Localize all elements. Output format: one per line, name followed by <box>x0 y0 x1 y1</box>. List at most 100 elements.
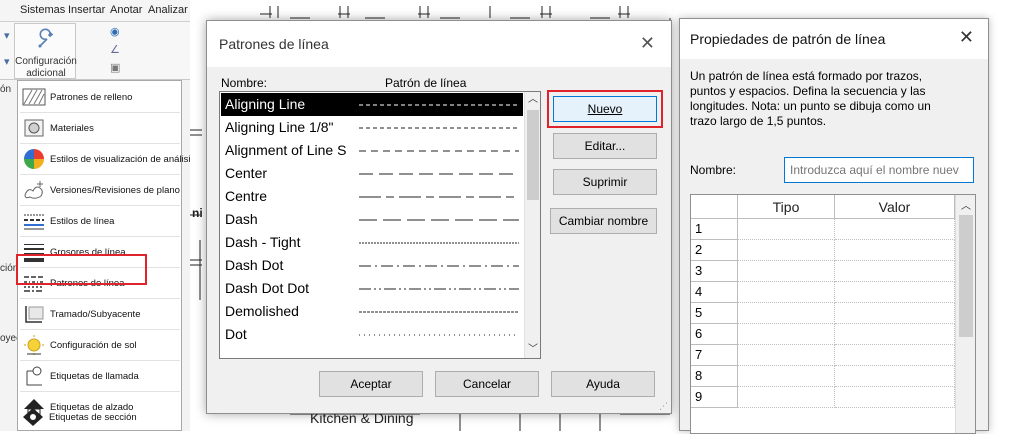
scroll-thumb[interactable] <box>959 215 973 337</box>
pattern-name: Centre <box>225 188 268 204</box>
pattern-preview <box>359 150 519 152</box>
list-item[interactable]: Aligning Line 1/8" <box>221 116 523 139</box>
tab-analizar[interactable]: Analizar <box>148 4 188 16</box>
menu-item-section-tags[interactable]: Etiquetas de sección <box>19 403 179 431</box>
pattern-name-input[interactable] <box>784 157 974 183</box>
line-styles-icon <box>22 210 46 232</box>
line-patterns-dialog: Patrones de línea ✕ Nombre: Patrón de lí… <box>206 20 672 414</box>
column-header-type: Tipo <box>738 195 835 219</box>
type-cell[interactable] <box>738 324 835 345</box>
ribbon-panel: Sistemas Insertar Anotar Analizar ▾ ▾ Co… <box>0 0 190 431</box>
pattern-name: Alignment of Line S <box>225 142 347 158</box>
help-button[interactable]: Ayuda <box>551 371 655 397</box>
type-cell[interactable] <box>738 303 835 324</box>
menu-item-callout-tags[interactable]: Etiquetas de llamada <box>20 362 180 390</box>
type-cell[interactable] <box>738 387 835 408</box>
config-label-line2: adicional <box>26 68 66 79</box>
additional-settings-button[interactable]: Configuración adicional <box>14 23 77 79</box>
close-icon[interactable]: ✕ <box>640 33 655 54</box>
divider <box>20 174 180 175</box>
hatch-pattern-icon <box>22 86 46 108</box>
edit-button[interactable]: Editar... <box>553 133 657 159</box>
menu-item-label: Versiones/Revisiones de plano <box>50 184 180 196</box>
pattern-preview <box>359 173 519 175</box>
rename-button[interactable]: Cambiar nombre <box>550 208 657 234</box>
pattern-name: Center <box>225 165 268 181</box>
angle-icon[interactable]: ∠ <box>110 44 122 56</box>
list-item[interactable]: Dash Dot Dot <box>221 277 523 300</box>
ok-button[interactable]: Aceptar <box>319 371 423 397</box>
list-item[interactable]: Centre <box>221 185 523 208</box>
value-cell[interactable] <box>835 366 955 387</box>
scroll-down-icon[interactable]: ﹀ <box>525 342 540 358</box>
highlight-line-patterns <box>16 254 147 285</box>
value-cell[interactable] <box>835 240 955 261</box>
pattern-name: Dash Dot <box>225 257 284 273</box>
type-cell[interactable] <box>738 282 835 303</box>
resize-grip-icon[interactable]: ⋰ <box>659 401 669 411</box>
pattern-name: Dash Dot Dot <box>225 280 310 296</box>
dialog-titlebar[interactable]: Patrones de línea ✕ <box>207 21 671 67</box>
ribbon-body: ▾ ▾ Configuración adicional ◉ ∠ ▣ <box>0 22 190 80</box>
menu-item-line-styles[interactable]: Estilos de línea <box>20 207 180 235</box>
scroll-up-icon[interactable]: ︿ <box>956 197 975 212</box>
grid-scrollbar[interactable]: ︿ <box>955 195 975 433</box>
type-cell[interactable] <box>738 366 835 387</box>
scroll-up-icon[interactable]: ︿ <box>525 92 540 108</box>
value-cell[interactable] <box>835 282 955 303</box>
scroll-thumb[interactable] <box>527 110 539 200</box>
menu-item-analysis-display-styles[interactable]: Estilos de visualización de análisis <box>20 145 190 173</box>
highlight-new-button <box>547 90 663 128</box>
config-label-line1: Configuración <box>15 56 77 67</box>
pattern-preview <box>359 311 519 313</box>
analysis-display-icon <box>22 148 46 170</box>
line-patterns-list[interactable]: Aligning Line Aligning Line 1/8" Alignme… <box>219 91 541 359</box>
menu-item-label: Patrones de relleno <box>50 91 133 103</box>
divider <box>20 391 180 392</box>
type-cell[interactable] <box>738 219 835 240</box>
type-cell[interactable] <box>738 261 835 282</box>
menu-item-label: Etiquetas de sección <box>49 411 137 423</box>
delete-button[interactable]: Suprimir <box>553 169 657 195</box>
value-cell[interactable] <box>835 345 955 366</box>
list-item[interactable]: Center <box>221 162 523 185</box>
cancel-button[interactable]: Cancelar <box>435 371 539 397</box>
type-cell[interactable] <box>738 345 835 366</box>
value-cell[interactable] <box>835 387 955 408</box>
tab-sistemas[interactable]: Sistemas <box>20 4 65 16</box>
list-item[interactable]: Alignment of Line S <box>221 139 523 162</box>
type-cell[interactable] <box>738 240 835 261</box>
pattern-name: Dash - Tight <box>225 234 301 250</box>
tab-anotar[interactable]: Anotar <box>110 4 142 16</box>
menu-item-sheet-revisions[interactable]: Versiones/Revisiones de plano <box>20 176 180 204</box>
tab-insertar[interactable]: Insertar <box>68 4 105 16</box>
value-cell[interactable] <box>835 324 955 345</box>
value-cell[interactable] <box>835 303 955 324</box>
menu-item-label: Configuración de sol <box>50 339 137 351</box>
value-cell[interactable] <box>835 219 955 240</box>
drawing-fragment: ni <box>192 206 203 220</box>
menu-item-label: Etiquetas de llamada <box>50 370 139 382</box>
grid-corner <box>691 195 738 219</box>
close-icon[interactable]: ✕ <box>959 27 974 48</box>
list-item[interactable]: Dash - Tight <box>221 231 523 254</box>
globe-icon[interactable]: ◉ <box>110 26 122 38</box>
list-item[interactable]: Aligning Line <box>221 93 523 116</box>
wrench-icon <box>38 28 54 48</box>
pattern-name: Aligning Line <box>225 96 306 112</box>
menu-item-sun-settings[interactable]: Configuración de sol <box>20 331 180 359</box>
dialog-title: Propiedades de patrón de línea <box>690 31 886 47</box>
menu-item-materials[interactable]: Materiales <box>20 114 180 142</box>
menu-item-halftone-underlay[interactable]: Tramado/Subyacente <box>20 300 180 328</box>
value-cell[interactable] <box>835 261 955 282</box>
printer-icon[interactable]: ▣ <box>110 62 122 74</box>
dialog-titlebar[interactable]: Propiedades de patrón de línea ✕ <box>680 19 988 59</box>
list-item[interactable]: Dot <box>221 323 523 346</box>
list-scrollbar[interactable]: ︿ ﹀ <box>524 92 540 358</box>
row-number: 4 <box>691 282 738 303</box>
pattern-definition-grid[interactable]: Tipo Valor 1 2 3 4 5 6 7 8 9 ︿ <box>690 194 976 434</box>
list-item[interactable]: Demolished <box>221 300 523 323</box>
menu-item-fill-patterns[interactable]: Patrones de relleno <box>20 83 180 111</box>
list-item[interactable]: Dash Dot <box>221 254 523 277</box>
list-item[interactable]: Dash <box>221 208 523 231</box>
